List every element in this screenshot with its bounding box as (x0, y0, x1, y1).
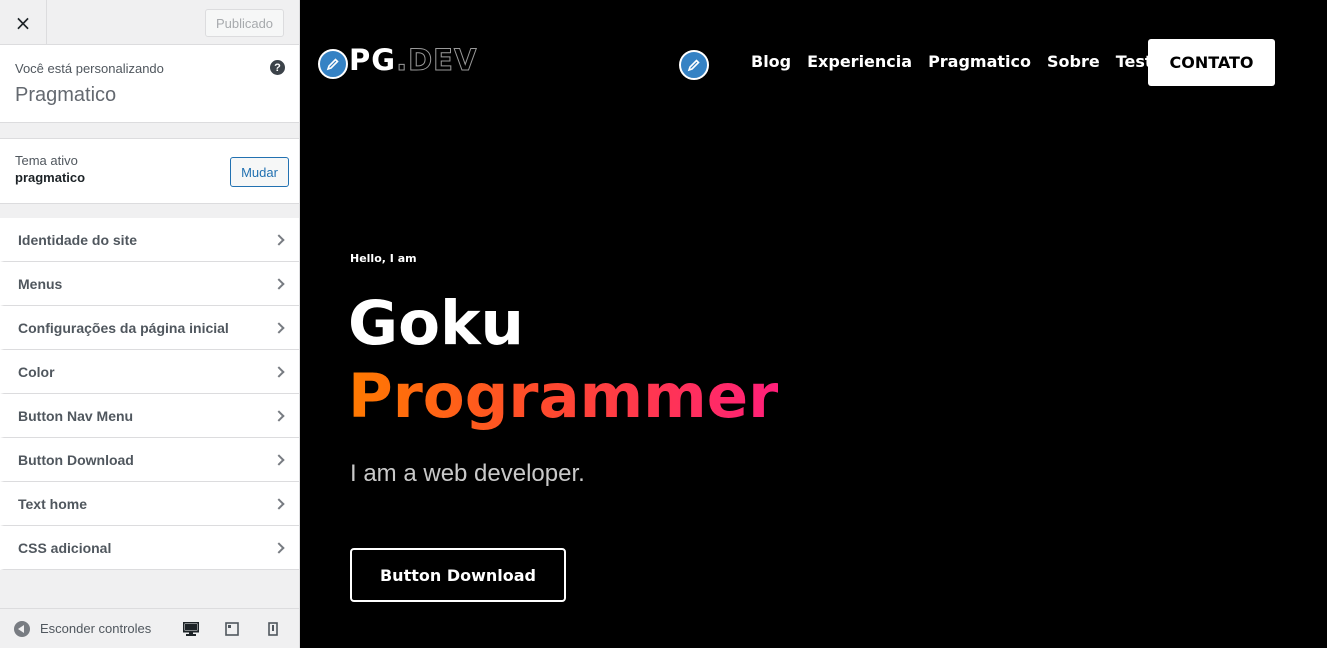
chevron-right-icon (273, 321, 285, 334)
section-label: Identidade do site (18, 231, 138, 248)
section-label: Button Download (18, 451, 134, 468)
mobile-icon[interactable] (260, 619, 285, 639)
chevron-right-icon (273, 409, 285, 422)
sidebar-header: × Publicado (0, 0, 299, 45)
edit-menu-icon[interactable] (679, 50, 709, 80)
hero-name: Goku (348, 288, 524, 359)
device-preview-toggles (178, 619, 285, 639)
chevron-right-icon (273, 497, 285, 510)
customizer-sections: Identidade do site Menus Configurações d… (0, 218, 299, 570)
section-site-identity[interactable]: Identidade do site (0, 218, 299, 262)
close-button[interactable]: × (0, 0, 47, 45)
chevron-right-icon (273, 277, 285, 290)
customizing-label: Você está personalizando (15, 61, 164, 76)
nav-item-experiencia[interactable]: Experiencia (807, 52, 912, 71)
nav-item-pragmatico[interactable]: Pragmatico (928, 52, 1031, 71)
close-icon: × (14, 10, 32, 35)
section-menus[interactable]: Menus (0, 262, 299, 306)
publish-button[interactable]: Publicado (205, 9, 284, 37)
section-text-home[interactable]: Text home (0, 482, 299, 526)
logo-part-b: .DEV (396, 43, 478, 78)
section-label: Color (18, 363, 55, 380)
change-theme-button[interactable]: Mudar (230, 157, 289, 187)
section-label: Button Nav Menu (18, 407, 134, 424)
site-logo[interactable]: PG.DEV (349, 43, 478, 78)
customizing-info: Você está personalizando Pragmatico ? (0, 45, 299, 123)
section-additional-css[interactable]: CSS adicional (0, 526, 299, 570)
logo-part-a: PG (349, 43, 397, 77)
section-button-nav-menu[interactable]: Button Nav Menu (0, 394, 299, 438)
section-homepage-settings[interactable]: Configurações da página inicial (0, 306, 299, 350)
section-label: Configurações da página inicial (18, 319, 229, 336)
tablet-icon[interactable] (219, 619, 244, 639)
sidebar-footer: Esconder controles (0, 608, 299, 648)
site-preview: PG.DEV Blog Experiencia Pragmatico Sobre… (300, 0, 1327, 648)
edit-logo-icon[interactable] (318, 49, 348, 79)
hero-greeting: Hello, I am (350, 252, 417, 265)
chevron-right-icon (273, 365, 285, 378)
customizer-sidebar: × Publicado Você está personalizando Pra… (0, 0, 300, 648)
help-icon[interactable]: ? (270, 60, 285, 75)
site-title: Pragmatico (15, 84, 117, 106)
collapse-icon[interactable] (14, 620, 30, 637)
download-button[interactable]: Button Download (350, 548, 566, 602)
hide-controls-button[interactable]: Esconder controles (40, 621, 151, 636)
section-label: Menus (18, 275, 63, 292)
section-label: Text home (18, 495, 87, 512)
main-nav: Blog Experiencia Pragmatico Sobre Teste (751, 52, 1163, 71)
chevron-right-icon (273, 233, 285, 246)
active-theme-panel: Tema ativo pragmatico Mudar (0, 138, 299, 204)
hero-description: I am a web developer. (350, 460, 585, 487)
chevron-right-icon (273, 453, 285, 466)
nav-item-blog[interactable]: Blog (751, 52, 791, 71)
section-label: CSS adicional (18, 539, 112, 556)
hero-role: Programmer (348, 358, 778, 436)
section-button-download[interactable]: Button Download (0, 438, 299, 482)
section-color[interactable]: Color (0, 350, 299, 394)
contact-button[interactable]: CONTATO (1148, 39, 1275, 86)
nav-item-sobre[interactable]: Sobre (1047, 52, 1100, 71)
desktop-icon[interactable] (178, 619, 203, 639)
chevron-right-icon (273, 541, 285, 554)
